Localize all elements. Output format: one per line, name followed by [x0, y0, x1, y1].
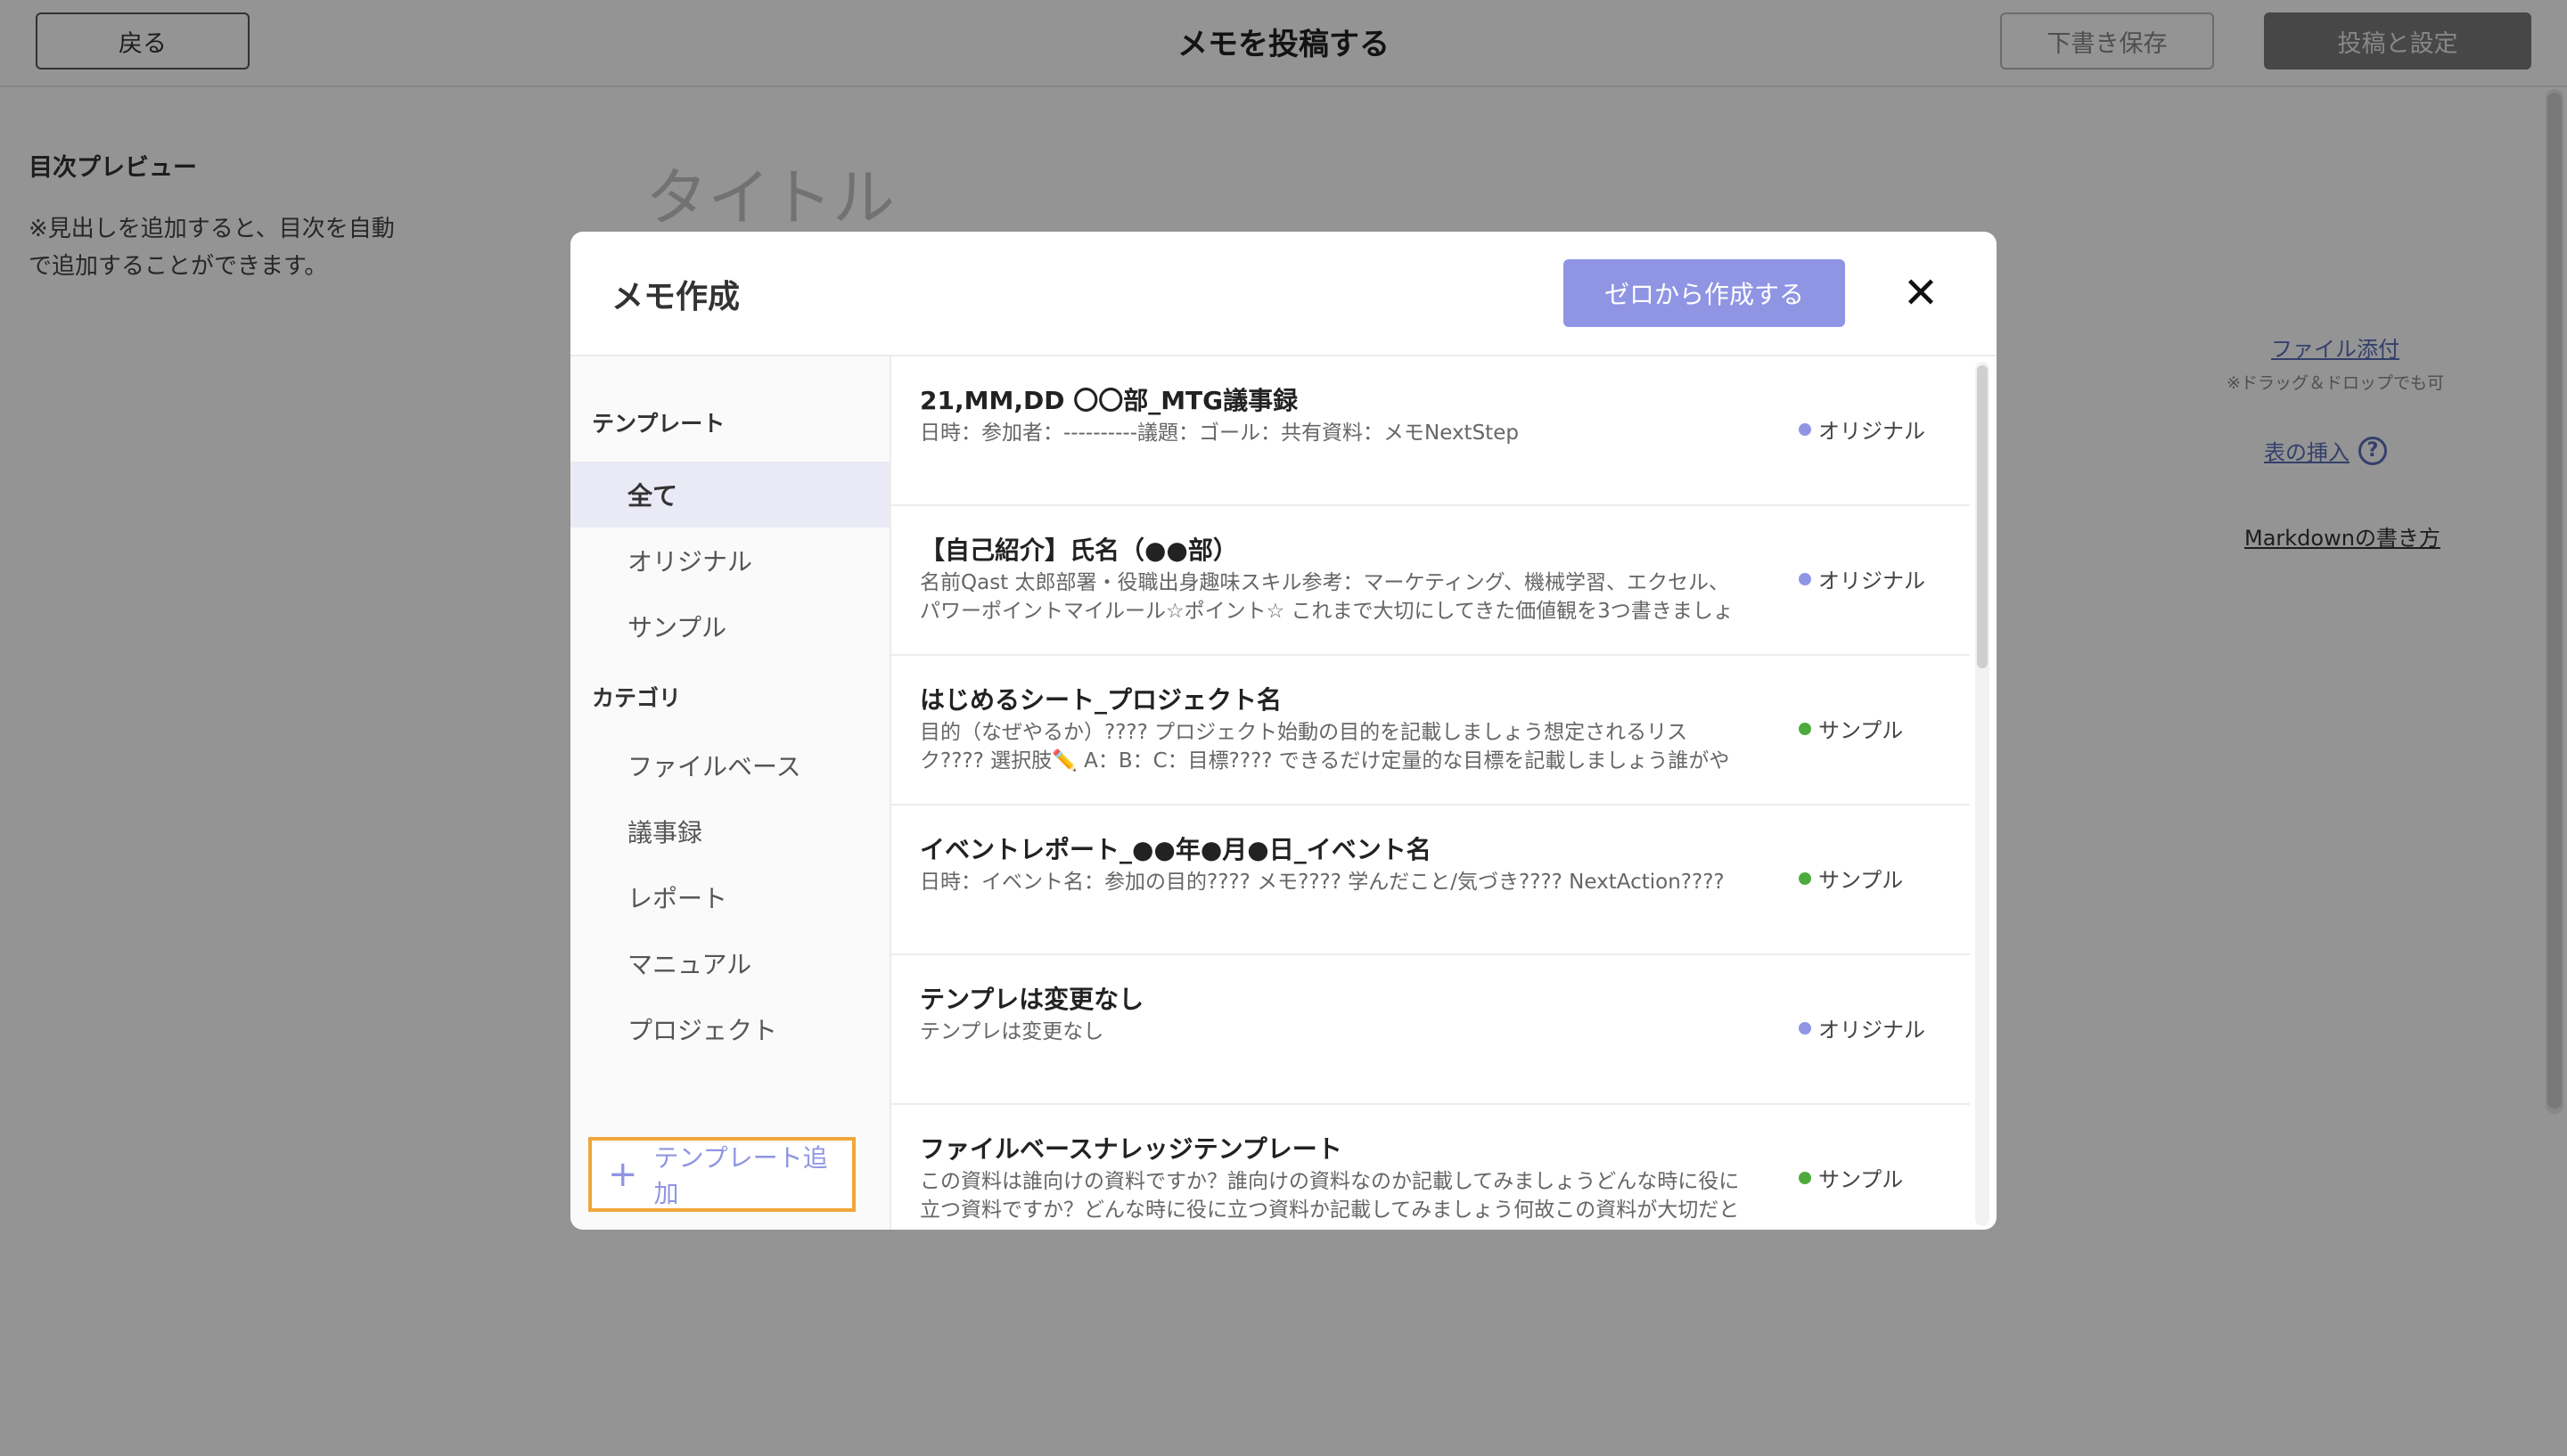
- badge-dot: [1799, 572, 1811, 585]
- category-heading: カテゴリ: [592, 685, 682, 711]
- category-manual[interactable]: マニュアル: [570, 930, 890, 996]
- badge-label: オリジナル: [1818, 568, 1925, 593]
- template-badge: オリジナル: [1799, 413, 1925, 445]
- template-badge: サンプル: [1799, 1162, 1903, 1193]
- template-list: 21,MM,DD 〇〇部_MTG議事録 日時：参加者：----------議題：…: [891, 356, 1970, 1230]
- list-item[interactable]: 21,MM,DD 〇〇部_MTG議事録 日時：参加者：----------議題：…: [891, 356, 1970, 506]
- template-title: テンプレは変更なし: [920, 985, 1144, 1014]
- badge-dot: [1799, 1021, 1811, 1035]
- category-report[interactable]: レポート: [570, 864, 890, 930]
- template-heading: テンプレート: [592, 411, 726, 437]
- badge-label: サンプル: [1818, 1167, 1904, 1192]
- template-badge: オリジナル: [1799, 1012, 1925, 1043]
- plus-icon: +: [608, 1154, 638, 1195]
- badge-label: オリジナル: [1818, 419, 1925, 444]
- template-title: はじめるシート_プロジェクト名: [920, 685, 1283, 715]
- badge-dot: [1799, 722, 1811, 735]
- modal-header: メモ作成 ゼロから作成する ✕: [570, 232, 1997, 356]
- template-desc: 名前Qast 太郎部署・役職出身趣味スキル参考：マーケティング、機械学習、エクセ…: [920, 571, 1734, 623]
- template-badge: オリジナル: [1799, 563, 1925, 594]
- add-template-button[interactable]: + テンプレート追加: [588, 1137, 856, 1212]
- badge-label: サンプル: [1818, 718, 1904, 743]
- template-title: 21,MM,DD 〇〇部_MTG議事録: [920, 386, 1299, 415]
- template-badge: サンプル: [1799, 863, 1903, 894]
- list-item[interactable]: イベントレポート_●●年●月●日_イベント名 日時：イベント名：参加の目的???…: [891, 806, 1970, 955]
- template-title: イベントレポート_●●年●月●日_イベント名: [920, 835, 1431, 864]
- modal-sidebar: テンプレート 全て オリジナル サンプル カテゴリ ファイルベース 議事録 レポ…: [570, 356, 891, 1230]
- list-item[interactable]: はじめるシート_プロジェクト名 目的（なぜやるか）???? プロジェクト始動の目…: [891, 656, 1970, 806]
- list-scrollbar-thumb[interactable]: [1977, 365, 1988, 668]
- badge-dot: [1799, 1171, 1811, 1184]
- template-desc: 日時：イベント名：参加の目的???? メモ???? 学んだこと/気づき???? …: [920, 871, 1725, 894]
- badge-label: オリジナル: [1818, 1018, 1925, 1043]
- category-file-base[interactable]: ファイルベース: [570, 732, 890, 798]
- template-title: 【自己紹介】氏名（●●部）: [920, 536, 1238, 565]
- template-badge: サンプル: [1799, 713, 1903, 744]
- badge-dot: [1799, 871, 1811, 885]
- list-item[interactable]: 【自己紹介】氏名（●●部） 名前Qast 太郎部署・役職出身趣味スキル参考：マー…: [891, 506, 1970, 656]
- modal-title: メモ作成: [611, 279, 741, 315]
- template-desc: テンプレは変更なし: [920, 1020, 1104, 1043]
- filter-original[interactable]: オリジナル: [570, 528, 890, 593]
- memo-create-modal: メモ作成 ゼロから作成する ✕ テンプレート 全て オリジナル サンプル カテゴ…: [570, 232, 1997, 1230]
- template-desc: 目的（なぜやるか）???? プロジェクト始動の目的を記載しましょう想定されるリス…: [920, 721, 1730, 773]
- create-from-scratch-button[interactable]: ゼロから作成する: [1563, 259, 1845, 327]
- category-minutes[interactable]: 議事録: [570, 798, 890, 864]
- list-item[interactable]: テンプレは変更なし テンプレは変更なし オリジナル: [891, 955, 1970, 1105]
- close-icon[interactable]: ✕: [1899, 271, 1943, 315]
- category-project[interactable]: プロジェクト: [570, 996, 890, 1062]
- add-template-label: テンプレート追加: [653, 1143, 828, 1208]
- template-desc: この資料は誰向けの資料ですか？誰向けの資料なのか記載してみましょうどんな時に役に…: [920, 1170, 1740, 1222]
- badge-dot: [1799, 422, 1811, 436]
- template-title: ファイルベースナレッジテンプレート: [920, 1134, 1342, 1164]
- filter-sample[interactable]: サンプル: [570, 593, 890, 659]
- badge-label: サンプル: [1818, 868, 1904, 893]
- list-item[interactable]: ファイルベースナレッジテンプレート この資料は誰向けの資料ですか？誰向けの資料な…: [891, 1105, 1970, 1230]
- filter-all[interactable]: 全て: [570, 462, 890, 528]
- template-desc: 日時：参加者：----------議題：ゴール：共有資料：メモNextStep: [920, 421, 1519, 445]
